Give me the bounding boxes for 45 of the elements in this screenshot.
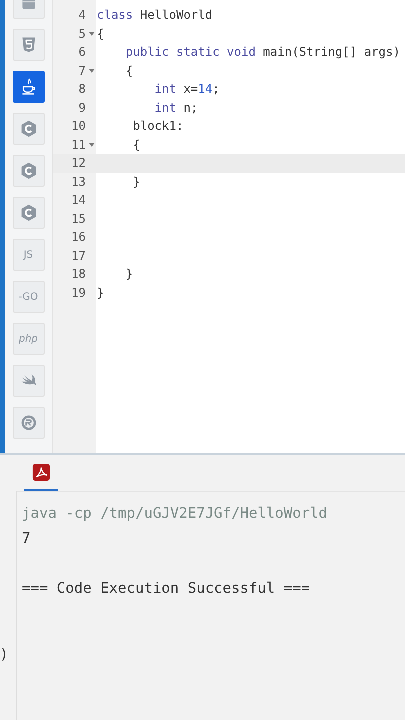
code-line: class HelloWorld (97, 8, 213, 22)
coffee-cup-icon (20, 78, 38, 96)
document-icon (32, 462, 50, 482)
hexagon-icon (20, 204, 38, 222)
line-number: 4 (78, 8, 86, 22)
shield-icon (20, 36, 38, 54)
code-line: } (132, 174, 140, 189)
code-line: } (124, 267, 134, 282)
line-number: 15 (72, 212, 86, 226)
output-text: === Code Execution Successful === (22, 580, 312, 599)
language-button[interactable]: JS (12, 239, 44, 271)
line-number: 7 (78, 64, 86, 78)
gear-icon (20, 414, 38, 432)
line-number: 5 (78, 26, 86, 41)
fold-caret-icon[interactable] (89, 142, 95, 147)
line-number: 11 (72, 138, 86, 152)
code-line: block1: (132, 119, 184, 134)
hexagon-icon (20, 120, 38, 138)
line-number: 14 (72, 193, 86, 208)
line-number: 16 (72, 230, 86, 244)
line-number: 10 (72, 119, 86, 134)
hexagon-icon (20, 162, 38, 180)
language-button[interactable]: -GO (12, 281, 44, 313)
fold-caret-icon[interactable] (89, 32, 95, 36)
fold-caret-icon[interactable] (89, 68, 95, 73)
line-number: 17 (72, 248, 86, 263)
line-number: 8 (78, 82, 86, 96)
line-number: 6 (78, 45, 86, 60)
line-number: 18 (72, 267, 86, 282)
language-button[interactable]: php (12, 323, 44, 355)
line-number: 12 (72, 156, 86, 170)
code-fragment: ) (0, 647, 8, 663)
code-line: int n; (154, 100, 198, 115)
code-line: { (97, 26, 104, 41)
command-text: java -cp /tmp/uGJV2E7JGf/HelloWorld (22, 505, 329, 524)
language-button[interactable] (12, 71, 44, 103)
line-number: 19 (72, 286, 86, 300)
line-number: 9 (78, 100, 86, 115)
output-text: 7 (22, 530, 32, 549)
code-line: public static void main(String[] args) (124, 45, 400, 60)
line-number: 13 (72, 174, 86, 189)
code-line: int x=14; (154, 82, 220, 96)
code-line: { (124, 64, 134, 78)
code-line: { (132, 138, 140, 152)
code-line: } (97, 286, 104, 300)
